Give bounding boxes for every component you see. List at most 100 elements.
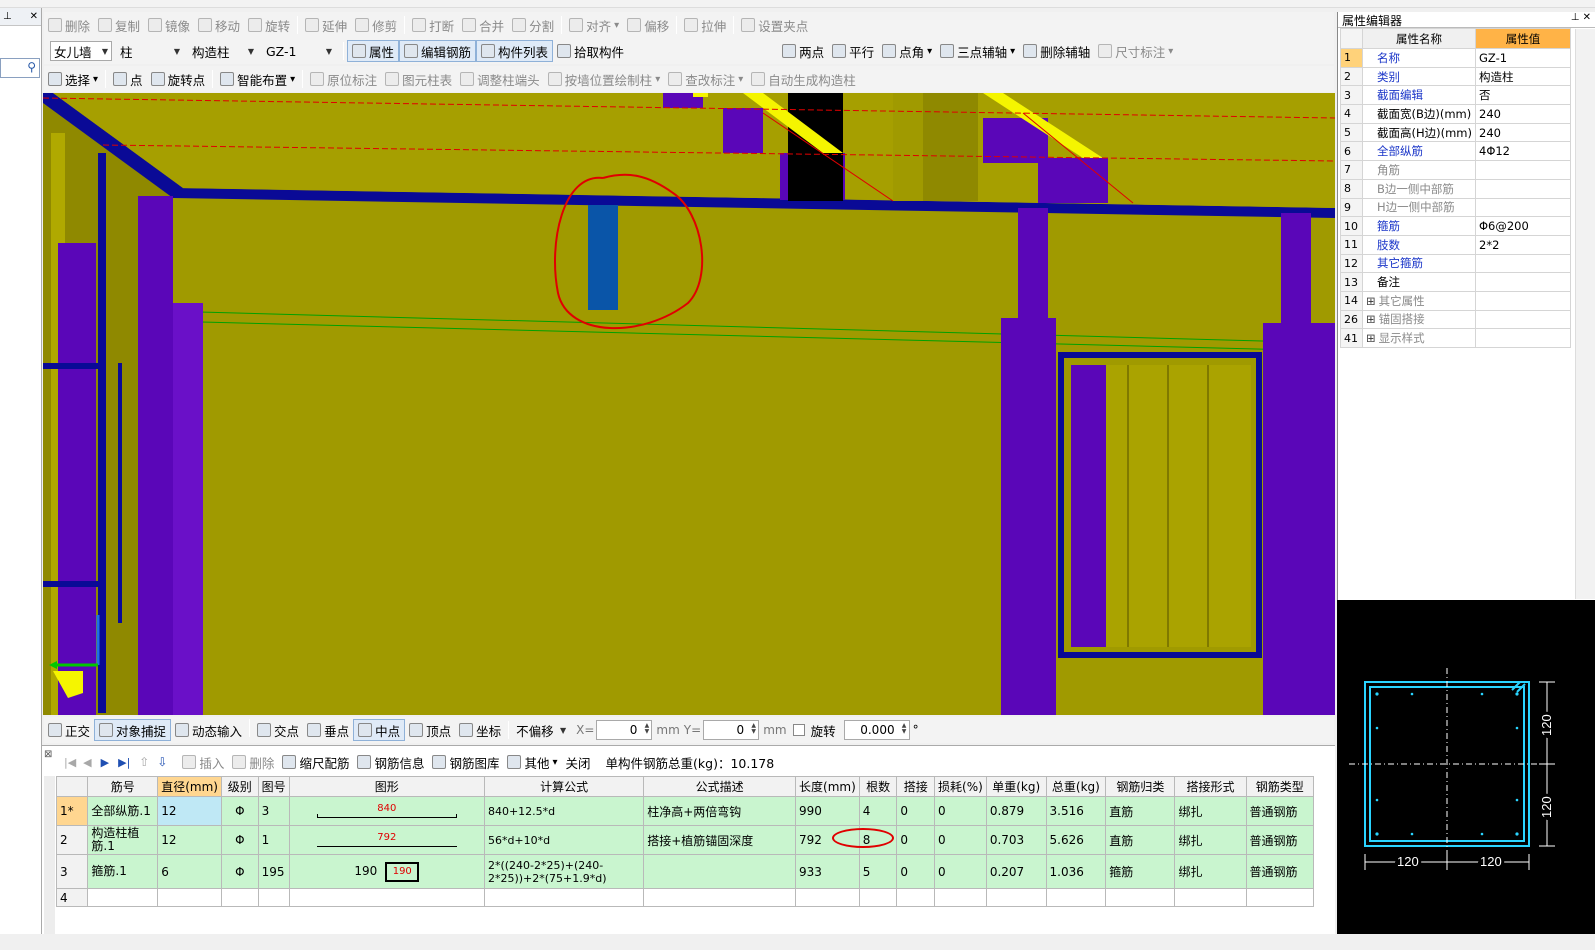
table-cell[interactable] [288,888,485,907]
table-cell[interactable] [1245,888,1315,907]
grip-button[interactable]: 设置夹点 [737,14,812,36]
table-cell-type[interactable]: 普通钢筋 [1245,825,1315,855]
table-cell-dia[interactable]: 12 [157,796,222,826]
property-value[interactable] [1475,160,1571,180]
rotate-checkbox[interactable] [792,724,805,736]
property-value[interactable]: 2*2 [1475,234,1571,255]
table-cell-dia[interactable]: 6 [157,854,222,889]
column-header[interactable]: 总重(kg) [1045,776,1107,797]
table-cell-unit-w[interactable]: 0.879 [985,796,1047,826]
table-cell-fig-no[interactable]: 3 [257,796,290,826]
column-header[interactable]: 直径(mm) [157,776,222,797]
table-cell-count[interactable]: 8 [831,825,898,855]
table-cell-class[interactable]: 直筋 [1105,796,1176,826]
column-header[interactable]: 搭接 [896,776,936,797]
expand-icon[interactable]: ⊞ [1366,312,1376,326]
column-header[interactable]: 单重(kg) [985,776,1047,797]
table-cell-type[interactable]: 普通钢筋 [1245,854,1315,889]
property-scroll-track[interactable] [1575,29,1595,599]
property-value[interactable]: 240 [1475,122,1571,143]
table-cell[interactable] [934,888,987,907]
adjust-end-button[interactable]: 调整柱端头 [456,68,544,90]
rotate-angle-input[interactable]: 0.000 [843,720,910,740]
offset-button[interactable]: 偏移 [623,14,673,36]
inplace-label-button[interactable]: 原位标注 [306,68,381,90]
property-value[interactable] [1475,309,1571,330]
rebar-library-button[interactable]: 钢筋图库 [428,751,503,773]
column-table-button[interactable]: 图元柱表 [381,68,456,90]
rotate-point-button[interactable]: 旋转点 [147,68,210,90]
rebar-info-button[interactable]: 钢筋信息 [353,751,428,773]
row-index[interactable]: 2 [55,825,89,855]
delete-button[interactable]: 删除 [44,14,94,36]
property-row[interactable]: 13 备注 [1340,272,1571,292]
table-cell-unit-w[interactable]: 0.207 [985,854,1047,889]
property-row[interactable]: 7 角筋 [1340,160,1571,180]
pin-icon[interactable]: ⊥ ✕ [1571,12,1591,27]
first-record-icon[interactable]: |◀ [64,756,76,769]
rebar-shape-cell[interactable]: 840 [288,796,485,826]
pin-icon[interactable]: ⊥ [3,11,12,22]
table-cell[interactable] [896,888,936,907]
table-cell-lap-form[interactable]: 绑扎 [1174,854,1247,889]
offset-combo[interactable]: 不偏移 ▼ [512,720,570,740]
table-row[interactable]: 3 箍筋.1 6 Φ 195 190 190 2*((240-2*25)+(240-2*25)… [55,854,1315,889]
split-button[interactable]: 分割 [508,14,558,36]
property-row[interactable]: 3 截面编辑 否 [1340,85,1571,106]
property-value[interactable]: 240 [1475,104,1571,124]
property-value[interactable] [1475,290,1571,311]
move-up-icon[interactable]: ⇧ [139,755,149,769]
mirror-button[interactable]: 镜像 [144,14,194,36]
property-row[interactable]: 41 ⊞ 显示样式 [1340,328,1571,348]
delete-axis-button[interactable]: 删除辅轴 [1019,40,1094,62]
ortho-button[interactable]: 正交 [44,719,94,741]
toolbar-button[interactable]: 关闭 [562,751,595,773]
last-record-icon[interactable]: ▶| [118,756,130,769]
row-index[interactable]: 4 [55,888,89,907]
property-row[interactable]: 26 ⊞ 锚固搭接 [1340,309,1571,330]
table-cell-lap-form[interactable]: 绑扎 [1174,825,1247,855]
rotate-button[interactable]: 旋转 [244,14,294,36]
check-label-button[interactable]: 查改标注 ▾ [664,68,747,90]
rebar-shape-cell[interactable]: 190 190 [288,854,485,889]
close-icon[interactable]: ⊠ [44,749,52,760]
midpoint-button[interactable]: 中点 [353,719,406,741]
table-cell-desc[interactable] [643,854,797,889]
search-icon[interactable]: ⚲ [27,60,36,74]
next-record-icon[interactable]: ▶ [101,756,109,769]
column-header[interactable]: 钢筋类型 [1245,776,1315,797]
table-row[interactable]: 1* 全部纵筋.1 12 Φ 3 840 840+12.5*d 柱净高+两倍弯钩 990 4 0 0 0… [55,796,1315,826]
table-cell[interactable] [795,888,860,907]
perpendicular-button[interactable]: 垂点 [303,719,353,741]
expand-icon[interactable]: ⊞ [1366,294,1376,308]
other-button[interactable]: 其他 ▾ [503,751,561,773]
column-header[interactable]: 搭接形式 [1174,776,1247,797]
auto-generate-button[interactable]: 自动生成构造柱 [747,68,860,90]
property-row[interactable]: 4 截面宽(B边)(mm) 240 [1340,104,1571,124]
column-header[interactable]: 根数 [858,776,898,797]
table-cell-lap[interactable]: 0 [896,825,936,855]
table-cell-loss[interactable]: 0 [934,825,987,855]
column-header[interactable]: 公式描述 [643,776,797,797]
intersection-button[interactable]: 交点 [253,719,303,741]
dimension-button[interactable]: 尺寸标注 ▾ [1094,40,1177,62]
table-cell[interactable] [1105,888,1176,907]
two-point-button[interactable]: 两点 [778,40,828,62]
table-cell-length[interactable]: 990 [795,796,860,826]
property-value[interactable] [1475,178,1571,199]
table-row[interactable]: 2 构造柱植筋.1 12 Φ 1 792 56*d+10*d 搭接+植筋锚固深度 792 8 0 0 0… [55,825,1315,855]
select-button[interactable]: 选择 ▾ [44,68,102,90]
property-value[interactable] [1475,328,1571,348]
prev-record-icon[interactable]: ◀ [83,756,91,769]
table-cell-class[interactable]: 直筋 [1105,825,1176,855]
table-cell[interactable] [157,888,222,907]
coordinate-button[interactable]: 坐标 [455,719,505,741]
table-cell-total-w[interactable]: 5.626 [1045,825,1107,855]
row-index[interactable]: 1* [55,796,89,826]
x-coordinate-input[interactable]: 0 [596,720,653,740]
table-cell-type[interactable]: 普通钢筋 [1245,796,1315,826]
delete-row-button[interactable]: 删除 [228,751,278,773]
property-row[interactable]: 9 H边一侧中部筋 [1340,197,1571,218]
table-cell-total-w[interactable]: 1.036 [1045,854,1107,889]
3d-scene[interactable] [43,93,1335,715]
